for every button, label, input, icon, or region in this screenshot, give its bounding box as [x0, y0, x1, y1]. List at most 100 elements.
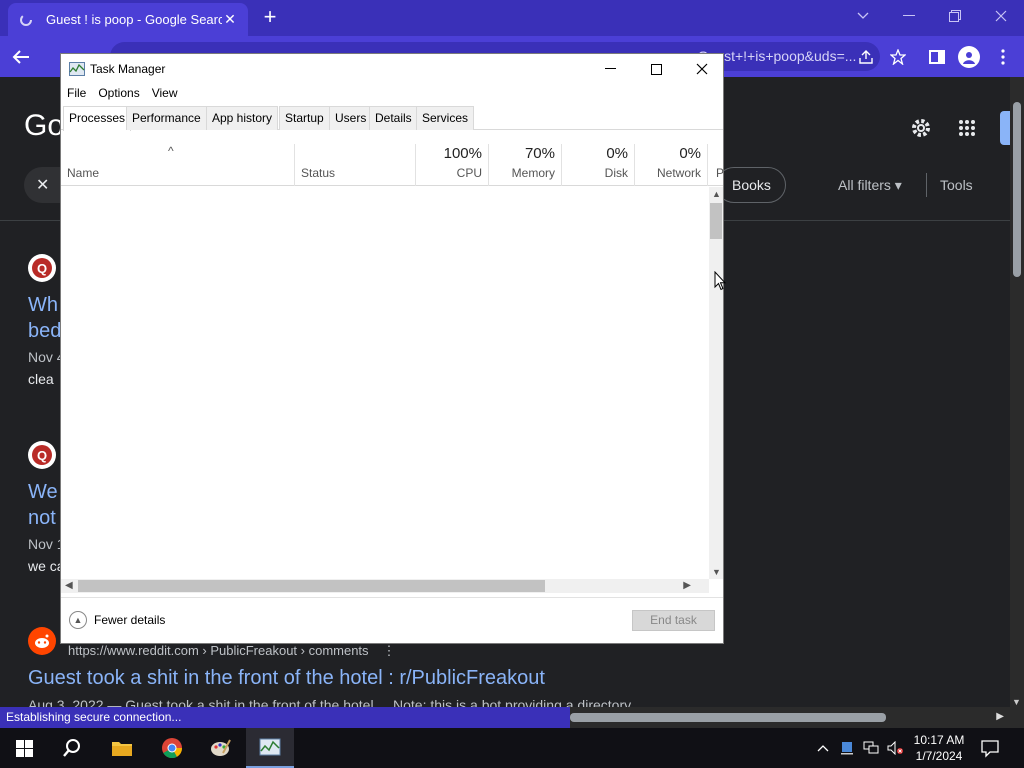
quora-favicon: Q — [28, 254, 56, 282]
tab-details[interactable]: Details — [369, 106, 418, 130]
profile-avatar[interactable] — [956, 44, 982, 70]
display-tray-icon[interactable] — [838, 739, 856, 757]
chrome-icon — [162, 738, 183, 759]
chevron-up-circle-icon[interactable]: ▲ — [69, 611, 87, 629]
settings-gear-icon[interactable] — [908, 115, 934, 141]
browser-tab-bar: Guest ! is poop - Google Search ✕ + — [0, 0, 1024, 36]
restore-icon[interactable] — [932, 4, 978, 28]
column-name[interactable]: Name — [67, 166, 99, 180]
process-list-vertical-scrollbar[interactable]: ▲ ▼ — [709, 187, 723, 579]
tab-users[interactable]: Users — [329, 106, 373, 130]
result-title[interactable]: Wh bed — [28, 292, 61, 344]
tab-close-icon[interactable]: ✕ — [222, 11, 238, 28]
window-title-bar[interactable]: Task Manager — [61, 54, 723, 84]
tab-services[interactable]: Services — [416, 106, 475, 130]
clear-x-icon[interactable]: ✕ — [36, 175, 49, 195]
scroll-down-arrow-icon[interactable]: ▼ — [712, 567, 721, 577]
notification-center-icon[interactable] — [980, 738, 1002, 760]
quora-favicon: Q — [28, 441, 56, 469]
column-disk[interactable]: 0% Disk — [561, 144, 634, 186]
minimize-icon[interactable] — [587, 54, 633, 84]
fewer-details-link[interactable]: Fewer details — [94, 613, 165, 627]
clock-time: 10:17 AM — [913, 733, 965, 747]
scroll-down-arrow-icon[interactable]: ▼ — [1012, 697, 1021, 707]
google-logo[interactable]: Go — [24, 109, 64, 143]
close-window-icon[interactable] — [978, 4, 1024, 28]
dropdown-caret-icon: ▾ — [894, 177, 902, 193]
tab-search-chevron-icon[interactable] — [840, 4, 886, 28]
result-url[interactable]: https://www.reddit.com › PublicFreakout … — [68, 643, 396, 659]
scroll-up-arrow-icon[interactable]: ▲ — [712, 189, 721, 199]
all-filters-dropdown[interactable]: All filters ▾ — [838, 177, 902, 194]
scrollbar-thumb[interactable] — [1013, 102, 1021, 277]
column-power[interactable]: P — [707, 144, 724, 186]
maximize-icon[interactable] — [633, 54, 679, 84]
network-icon[interactable] — [862, 739, 880, 757]
volume-muted-icon[interactable] — [886, 739, 904, 757]
new-tab-button[interactable]: + — [258, 6, 282, 30]
chrome-loading-icon — [18, 12, 34, 28]
window-title: Task Manager — [90, 62, 166, 76]
tools-button[interactable]: Tools — [940, 177, 973, 193]
scroll-right-arrow-icon[interactable]: ▶ — [996, 711, 1004, 722]
column-cpu[interactable]: 100% CPU — [415, 144, 488, 186]
scrollbar-thumb[interactable] — [78, 580, 545, 592]
kebab-menu-icon[interactable] — [990, 44, 1016, 70]
scrollbar-thumb[interactable] — [710, 203, 722, 239]
menu-options[interactable]: Options — [92, 84, 145, 104]
chip-books[interactable]: Books — [716, 167, 786, 203]
folder-icon — [112, 742, 132, 756]
page-horizontal-scrollbar[interactable]: ▶ — [570, 707, 1024, 728]
result-snippet: clea — [28, 371, 54, 387]
scrollbar-thumb[interactable] — [570, 713, 886, 722]
close-window-icon[interactable] — [679, 54, 725, 84]
scroll-left-arrow-icon[interactable]: ◀ — [65, 580, 73, 591]
start-button[interactable] — [0, 728, 48, 768]
network-percent: 0% — [679, 145, 701, 162]
search-button[interactable] — [48, 728, 96, 768]
tab-title: Guest ! is poop - Google Search — [46, 12, 222, 27]
share-icon[interactable] — [853, 44, 879, 70]
browser-status-bubble: Establishing secure connection... — [0, 707, 570, 728]
search-icon — [63, 739, 80, 757]
paint-taskbar-button[interactable] — [196, 728, 244, 768]
tab-processes[interactable]: Processes — [63, 106, 132, 131]
sort-ascending-icon: ^ — [168, 144, 174, 158]
scroll-right-arrow-icon[interactable]: ▶ — [683, 580, 691, 591]
tab-startup[interactable]: Startup — [279, 106, 330, 130]
column-status[interactable]: Status — [294, 144, 415, 186]
task-manager-app-icon — [69, 62, 85, 76]
chrome-taskbar-button[interactable] — [148, 728, 196, 768]
sign-in-button-edge[interactable] — [1000, 111, 1010, 145]
apps-grid-icon[interactable] — [954, 115, 980, 141]
menu-file[interactable]: File — [61, 84, 92, 104]
tab-performance[interactable]: Performance — [126, 106, 207, 130]
more-options-icon[interactable]: ⋮ — [383, 643, 396, 658]
result-title[interactable]: We not — [28, 479, 58, 531]
windows-logo-icon — [15, 739, 33, 757]
browser-tab[interactable]: Guest ! is poop - Google Search ✕ — [8, 3, 248, 36]
menu-view[interactable]: View — [146, 84, 184, 104]
minimize-icon[interactable] — [886, 4, 932, 28]
file-explorer-button[interactable] — [98, 728, 146, 768]
result-title[interactable]: Guest took a shit in the front of the ho… — [28, 667, 545, 690]
task-manager-taskbar-button[interactable] — [246, 728, 294, 768]
column-memory[interactable]: 70% Memory — [488, 144, 561, 186]
column-network[interactable]: 0% Network — [634, 144, 707, 186]
person-icon — [958, 46, 980, 68]
task-manager-icon — [259, 738, 281, 756]
end-task-button[interactable]: End task — [632, 610, 715, 631]
bookmark-star-icon[interactable] — [885, 44, 911, 70]
back-arrow-icon[interactable] — [8, 44, 34, 70]
side-panel-icon[interactable] — [924, 44, 950, 70]
system-clock[interactable]: 10:17 AM 1/7/2024 — [904, 732, 974, 764]
process-list[interactable] — [61, 187, 709, 579]
memory-percent: 70% — [524, 145, 555, 162]
process-list-horizontal-scrollbar[interactable]: ◀ ▶ — [61, 579, 709, 593]
menu-bar: File Options View — [61, 84, 184, 104]
tab-app-history[interactable]: App history — [206, 106, 279, 130]
clock-date: 1/7/2024 — [915, 749, 963, 763]
process-table-header: ^ Name Status 100% CPU 70% Memory 0% Dis… — [61, 144, 724, 186]
page-vertical-scrollbar[interactable]: ▼ — [1010, 77, 1024, 707]
show-hidden-icons-chevron-icon[interactable] — [814, 739, 832, 757]
